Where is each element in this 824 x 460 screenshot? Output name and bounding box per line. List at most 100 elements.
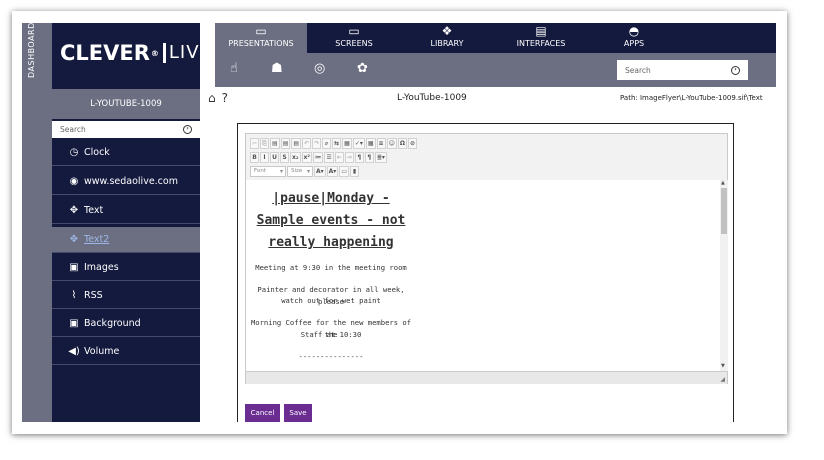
superscript-icon[interactable]: x² — [301, 152, 312, 163]
cancel-button[interactable]: Cancel — [245, 404, 280, 422]
paragraph-line: watch out for wet paint — [281, 296, 381, 305]
horizontal-line-icon[interactable]: ≡ — [376, 138, 386, 149]
paste-text-icon[interactable]: ▤ — [280, 138, 291, 149]
sidebar-search-go-icon[interactable]: › — [183, 125, 192, 134]
undo-icon[interactable]: ↶ — [302, 138, 312, 149]
smiley-icon[interactable]: ☺ — [386, 138, 397, 149]
font-select[interactable]: Font — [250, 166, 286, 177]
cut-icon[interactable]: ✂ — [250, 138, 260, 149]
align-icon[interactable]: ≣▾ — [374, 152, 387, 163]
editor-scrollbar[interactable] — [720, 180, 728, 371]
save-button[interactable]: Save — [284, 404, 312, 422]
logo-text: CLEVER — [60, 41, 150, 65]
hand-icon[interactable]: ☝ — [230, 61, 238, 76]
sidebar-item-label: Text — [84, 205, 104, 216]
paste-word-icon[interactable]: ▤ — [291, 138, 302, 149]
rtl-icon[interactable]: ¶ — [364, 152, 374, 163]
scroll-down-icon[interactable]: ▼ — [721, 363, 725, 369]
sidebar-item-website[interactable]: ◉ www.sedaolive.com — [52, 169, 200, 195]
sidebar-item-volume[interactable]: ◀) Volume — [52, 339, 200, 365]
tab-label: INTERFACES — [516, 39, 566, 48]
tab-label: APPS — [623, 39, 645, 48]
help-icon[interactable]: ? — [222, 91, 228, 105]
volume-icon: ◀) — [68, 346, 80, 357]
rss-icon: ⌇ — [71, 290, 77, 301]
replace-icon[interactable]: ⇆ — [332, 138, 342, 149]
editor-status-bar: ◢ — [246, 371, 727, 384]
sidebar-item-rss[interactable]: ⌇ RSS — [52, 283, 200, 309]
underline-icon[interactable]: U — [270, 152, 279, 163]
scrollbar-thumb[interactable] — [721, 188, 727, 234]
move-icon: ✥ — [69, 205, 79, 216]
tab-apps[interactable]: ◓ APPS — [589, 23, 679, 53]
select-all-icon[interactable]: ▦ — [342, 138, 352, 149]
top-search-go-icon[interactable]: › — [731, 65, 740, 75]
italic-icon[interactable]: I — [260, 152, 269, 163]
spellcheck-icon[interactable]: ✓▾ — [352, 138, 365, 149]
copy-icon[interactable]: ⎘ — [260, 138, 270, 149]
sidebar-item-text2[interactable]: ✥ Text2 — [52, 227, 200, 253]
tab-library[interactable]: ❖ LIBRARY — [401, 23, 493, 53]
text-color-icon[interactable]: A▾ — [314, 166, 326, 177]
image-icon: ▣ — [69, 318, 79, 329]
sidebar-item-text[interactable]: ✥ Text — [52, 198, 200, 224]
table-icon[interactable]: ▦ — [365, 138, 376, 149]
paste-icon[interactable]: ▤ — [270, 138, 280, 149]
sidebar-item-label: Images — [84, 262, 119, 273]
sidebar-item-label: www.sedaolive.com — [84, 176, 178, 187]
gear-icon[interactable]: ✿ — [357, 61, 368, 76]
tab-label: SCREENS — [335, 39, 373, 48]
bold-icon[interactable]: B — [250, 152, 259, 163]
maximize-icon[interactable]: ▭ — [339, 166, 349, 177]
clock-icon: ◷ — [69, 147, 79, 158]
main-tabs: ▭ PRESENTATIONS ▭ SCREENS ❖ LIBRARY ▤ INTERF… — [215, 23, 776, 53]
interfaces-icon: ▤ — [535, 24, 547, 38]
users-icon[interactable]: ☗ — [271, 61, 283, 76]
sidebar-item-images[interactable]: ▣ Images — [52, 255, 200, 281]
home-icon[interactable]: ⌂ — [208, 91, 216, 105]
image-icon: ▣ — [69, 262, 79, 273]
editor-content[interactable]: |pause|Monday - Sample events - not real… — [246, 180, 721, 371]
indent-icon[interactable]: ⇥ — [344, 152, 354, 163]
editor-toolbar-row-3: Font Size A▾ A▾ ▭ ▮ — [250, 166, 359, 177]
android-icon: ◓ — [628, 24, 640, 38]
tab-screens[interactable]: ▭ SCREENS — [307, 23, 401, 53]
size-select[interactable]: Size — [287, 166, 313, 177]
heading-line: really happening — [268, 235, 394, 250]
dashboard-strip[interactable] — [22, 23, 52, 422]
strike-icon[interactable]: S — [280, 152, 289, 163]
special-char-icon[interactable]: Ω — [397, 138, 407, 149]
resize-grip-icon[interactable]: ◢ — [720, 376, 725, 383]
page-title: L-YouTube-1009 — [397, 93, 467, 103]
redo-icon[interactable]: ↷ — [312, 138, 322, 149]
sidebar-item-label: Background — [84, 318, 141, 329]
show-blocks-icon[interactable]: ▮ — [349, 166, 359, 177]
subscript-icon[interactable]: x₂ — [290, 152, 301, 163]
page-break-icon[interactable]: ⊘ — [407, 138, 417, 149]
heading-line: Sample events - not — [256, 213, 406, 228]
dashboard-label[interactable]: DASHBOARD — [27, 22, 36, 78]
logo-live: LIVE — [162, 43, 218, 63]
scroll-up-icon[interactable]: ▲ — [721, 180, 725, 186]
mask-icon[interactable]: ◎ — [314, 61, 325, 76]
sidebar-item-background[interactable]: ▣ Background — [52, 311, 200, 337]
editor-toolbar-row-1: ✂ ⎘ ▤ ▤ ▤ ↶ ↷ ⌕ ⇆ ▦ ✓▾ ▦ ≡ ☺ Ω ⊘ — [250, 138, 417, 149]
sidebar-item-clock[interactable]: ◷ Clock — [52, 140, 200, 166]
sidebar-item-label: Clock — [84, 147, 110, 158]
outdent-icon[interactable]: ⇤ — [334, 152, 344, 163]
bulleted-list-icon[interactable]: ☰ — [324, 152, 334, 163]
top-search-input[interactable]: Search › — [617, 60, 748, 80]
bg-color-icon[interactable]: A▾ — [326, 166, 339, 177]
ltr-icon[interactable]: ¶ — [354, 152, 364, 163]
tab-interfaces[interactable]: ▤ INTERFACES — [493, 23, 589, 53]
sidebar-search-input[interactable]: Search › — [52, 121, 200, 138]
editor-toolbar-row-2: B I U S x₂ x² ≔ ☰ ⇤ ⇥ ¶ ¶ ≣▾ — [250, 152, 387, 163]
numbered-list-icon[interactable]: ≔ — [313, 152, 324, 163]
logo[interactable]: CLEVER ® LIVE — [60, 41, 218, 65]
logo-registered: ® — [150, 48, 159, 58]
find-icon[interactable]: ⌕ — [322, 138, 332, 149]
tab-presentations[interactable]: ▭ PRESENTATIONS — [215, 23, 307, 53]
sidebar-search-placeholder: Search — [60, 125, 86, 134]
screen-icon: ▭ — [348, 24, 360, 38]
heading-line: |pause|Monday - — [272, 191, 390, 206]
